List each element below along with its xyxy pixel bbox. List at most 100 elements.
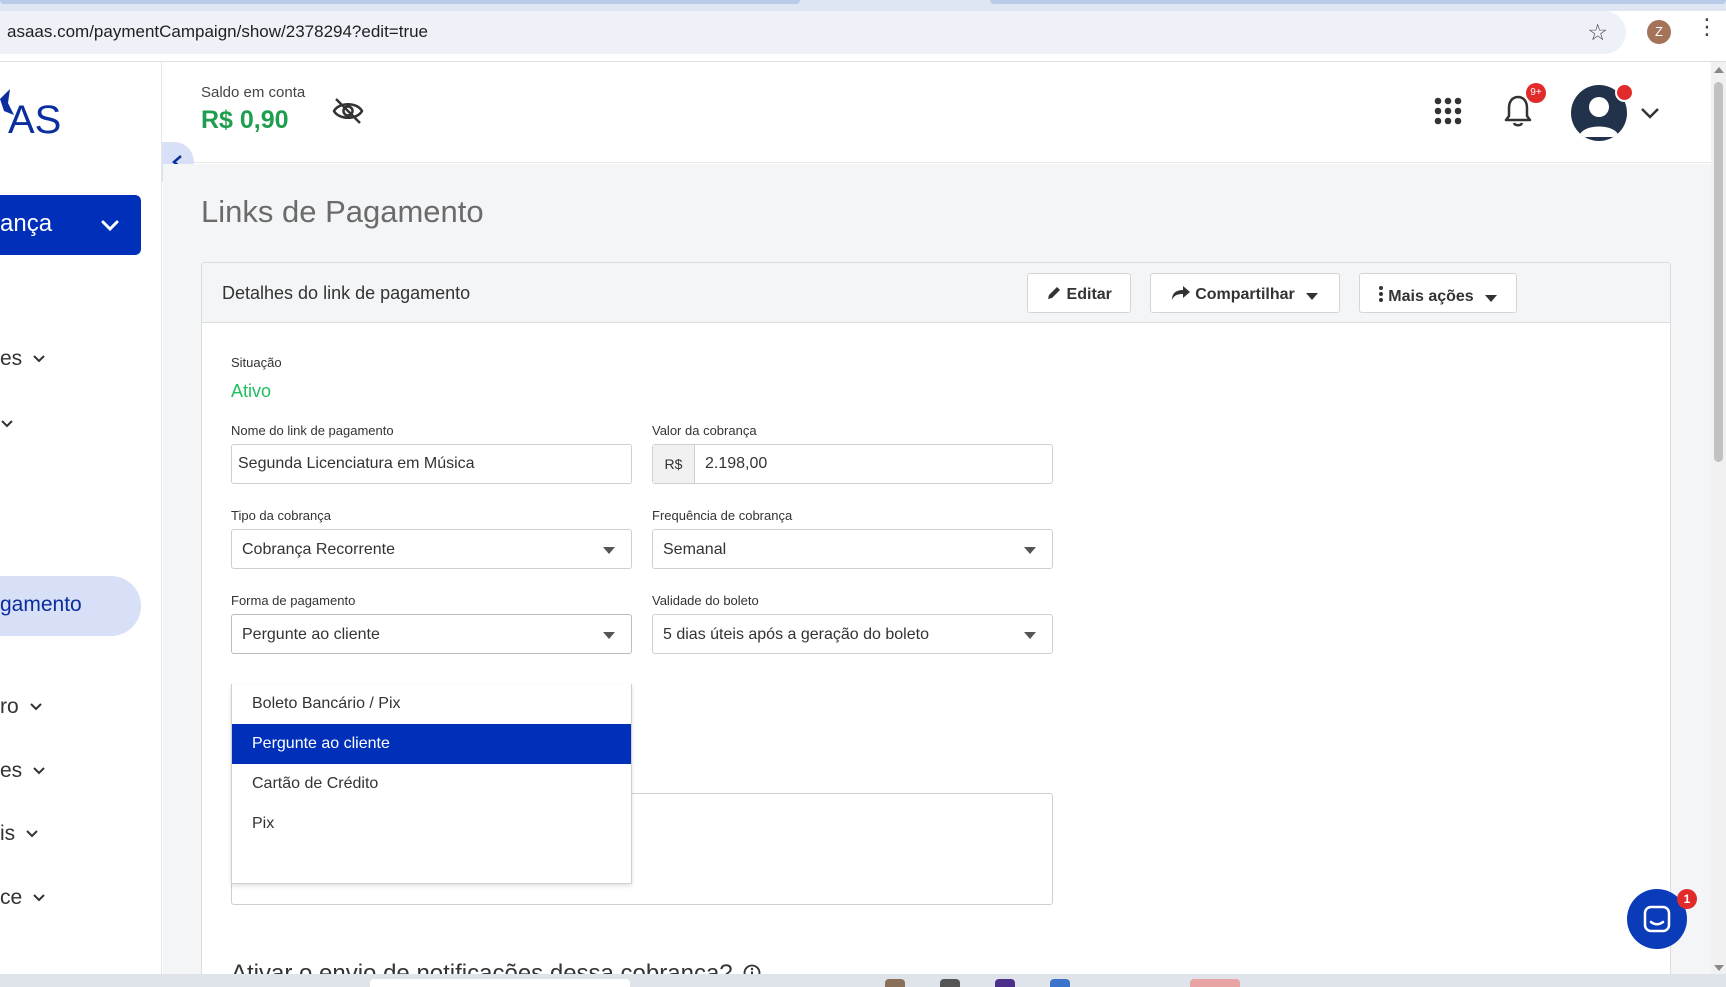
amount-input-value: 2.198,00	[705, 455, 768, 472]
address-bar[interactable]: asaas.com/paymentCampaign/show/2378294?e…	[0, 11, 1626, 54]
browser-tab-strip	[0, 0, 1726, 11]
share-button-label: Compartilhar	[1195, 286, 1295, 303]
name-input[interactable]: Segunda Licenciatura em Música	[231, 444, 632, 484]
amount-input[interactable]: R$ 2.198,00	[652, 444, 1053, 484]
caret-down-icon	[1024, 632, 1036, 639]
sidebar-item-label: is	[0, 822, 16, 845]
taskbar-app-icon[interactable]	[1190, 979, 1240, 987]
browser-menu-icon[interactable]: ⋮	[1696, 16, 1718, 38]
chat-icon	[1643, 905, 1671, 933]
status-value: Ativo	[231, 381, 272, 401]
top-header: Saldo em conta R$ 0,90 9+	[163, 62, 1711, 163]
caret-down-icon	[1485, 295, 1498, 302]
sidebar-item-links-de-pagamento[interactable]: gamento	[0, 576, 141, 636]
caret-down-icon	[1024, 547, 1036, 554]
chevron-down-icon	[101, 220, 119, 232]
apps-grid-icon[interactable]	[1434, 97, 1462, 125]
dropdown-option[interactable]: Pix	[232, 804, 631, 844]
kebab-menu-icon	[1378, 286, 1383, 302]
chevron-down-icon	[26, 830, 38, 838]
sidebar-item[interactable]: ro	[0, 695, 43, 719]
chat-badge: 1	[1677, 889, 1697, 909]
frequency-select[interactable]: Semanal	[652, 529, 1053, 569]
browser-profile-avatar[interactable]: Z	[1647, 20, 1671, 44]
edit-button[interactable]: Editar	[1027, 273, 1131, 313]
dropdown-option-selected[interactable]: Pergunte ao cliente	[232, 724, 631, 764]
more-actions-button[interactable]: Mais ações	[1359, 273, 1517, 313]
sidebar-item-label: ança	[0, 210, 53, 237]
eye-off-icon[interactable]	[331, 96, 365, 126]
page-title: Links de Pagamento	[201, 194, 484, 229]
card-header: Detalhes do link de pagamento Editar Com…	[202, 263, 1670, 323]
payment-link-card: Detalhes do link de pagamento Editar Com…	[201, 262, 1671, 987]
name-label: Nome do link de pagamento	[231, 423, 394, 438]
browser-tab[interactable]	[990, 0, 1726, 4]
sidebar-item-label: ce	[0, 886, 23, 909]
user-status-dot	[1615, 83, 1634, 102]
page-scrollbar[interactable]	[1711, 62, 1726, 974]
charge-type-value: Cobrança Recorrente	[242, 541, 395, 558]
payment-method-label: Forma de pagamento	[231, 593, 356, 608]
dropdown-option[interactable]: Cartão de Crédito	[232, 764, 631, 804]
sidebar: AS ança es gamento ro es is ce	[0, 62, 162, 974]
sidebar-item-label: es	[0, 347, 23, 370]
share-arrow-icon	[1171, 286, 1190, 300]
sidebar-item[interactable]	[0, 412, 14, 436]
chevron-down-icon	[33, 894, 45, 902]
name-input-value: Segunda Licenciatura em Música	[238, 455, 475, 472]
frequency-label: Frequência de cobrança	[652, 508, 793, 523]
sidebar-item[interactable]: ce	[0, 886, 46, 910]
main-content: Links de Pagamento Detalhes do link de p…	[163, 164, 1711, 987]
os-taskbar	[0, 974, 1726, 987]
taskbar-app-icon[interactable]	[1050, 979, 1070, 987]
frequency-value: Semanal	[663, 541, 727, 558]
payment-method-dropdown: Boleto Bancário / Pix Pergunte ao client…	[231, 684, 632, 884]
payment-method-value: Pergunte ao cliente	[242, 626, 380, 643]
charge-type-label: Tipo da cobrança	[231, 508, 331, 523]
sidebar-item-label: es	[0, 759, 23, 782]
url-text[interactable]: asaas.com/paymentCampaign/show/2378294?e…	[7, 22, 428, 42]
balance-label: Saldo em conta	[201, 84, 306, 101]
scroll-up-arrow-icon[interactable]	[1714, 67, 1724, 73]
sidebar-item-label: gamento	[0, 593, 82, 616]
payment-method-select[interactable]: Pergunte ao cliente	[231, 614, 632, 654]
taskbar-search[interactable]	[370, 979, 630, 987]
option-label: Boleto Bancário / Pix	[252, 695, 401, 712]
chevron-down-icon[interactable]	[1640, 106, 1660, 120]
balance-value: R$ 0,90	[201, 106, 289, 134]
chevron-down-icon	[29, 703, 42, 711]
scrollbar-thumb[interactable]	[1714, 82, 1723, 462]
sidebar-item-cobranca[interactable]: ança	[0, 195, 141, 255]
taskbar-app-icon[interactable]	[940, 979, 960, 987]
charge-type-select[interactable]: Cobrança Recorrente	[231, 529, 632, 569]
boleto-validity-value: 5 dias úteis após a geração do boleto	[663, 626, 929, 643]
svg-text:AS: AS	[8, 98, 61, 137]
bookmark-star-icon[interactable]: ☆	[1587, 19, 1608, 46]
caret-down-icon	[603, 632, 615, 639]
option-label: Pix	[252, 815, 275, 832]
share-button[interactable]: Compartilhar	[1150, 273, 1340, 313]
boleto-validity-select[interactable]: 5 dias úteis após a geração do boleto	[652, 614, 1053, 654]
chevron-down-icon	[1, 420, 13, 428]
sidebar-item[interactable]: es	[0, 759, 46, 783]
browser-tab[interactable]	[0, 0, 800, 4]
caret-down-icon	[603, 547, 615, 554]
notification-badge: 9+	[1526, 83, 1546, 103]
currency-prefix: R$	[653, 445, 695, 483]
taskbar-app-icon[interactable]	[885, 979, 905, 987]
chevron-down-icon	[33, 767, 45, 775]
option-label: Pergunte ao cliente	[252, 735, 390, 752]
scroll-down-arrow-icon[interactable]	[1714, 965, 1724, 971]
sidebar-item-label: ro	[0, 695, 19, 718]
edit-button-label: Editar	[1066, 286, 1112, 303]
amount-label: Valor da cobrança	[652, 423, 757, 438]
taskbar-app-icon[interactable]	[995, 979, 1015, 987]
asaas-logo[interactable]: AS	[0, 87, 90, 142]
dropdown-option[interactable]: Boleto Bancário / Pix	[232, 684, 631, 724]
option-label: Cartão de Crédito	[252, 775, 379, 792]
sidebar-item[interactable]: es	[0, 347, 46, 371]
caret-down-icon	[1306, 293, 1319, 300]
sidebar-item[interactable]: is	[0, 822, 39, 846]
chevron-down-icon	[33, 355, 45, 363]
pencil-icon	[1048, 287, 1061, 299]
